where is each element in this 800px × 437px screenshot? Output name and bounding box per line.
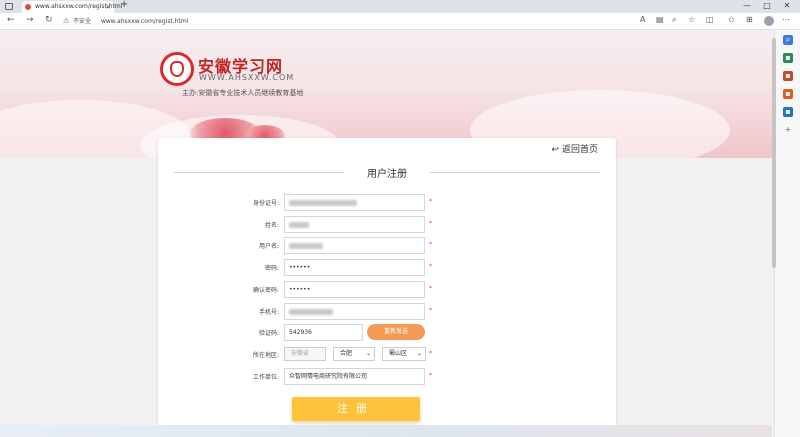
page-content: 安徽学习网 WWW.AHSXXW.COM 主办:安徽省专业技术人员继续教育基地 … [0,30,772,437]
more-menu-icon[interactable]: ⋯ [782,15,790,24]
footer-strip [0,425,772,437]
code-input[interactable]: 542936 [284,324,363,341]
minimize-button[interactable]: — [740,1,754,10]
company-input[interactable]: 众智网情电商研究院有限公司 [284,368,425,385]
site-favicon-icon [25,4,31,10]
id-number-input[interactable] [284,194,425,211]
region-label: 所在地区: [252,352,279,359]
required-mark: * [429,198,432,205]
tools-icon[interactable]: ▪ [783,71,793,81]
profile-avatar[interactable] [764,16,774,26]
code-label: 验证码: [258,330,279,337]
required-mark: * [429,285,432,292]
chevron-down-icon: ⌄ [416,350,422,357]
address-bar: ← → ↻ ⚠ 不安全 www.ahsxxw.com/regist.html A… [0,13,800,30]
row-id-number: 身份证号: * [158,194,616,213]
new-tab-button[interactable]: + [120,0,128,10]
add-sidebar-icon[interactable]: + [783,125,793,135]
row-code: 验证码: 542936 重新发送 [158,324,616,343]
reader-icon[interactable]: ▤ [656,15,664,24]
password-input[interactable]: •••••• [284,259,425,276]
city-select[interactable]: 合肥 ⌄ [333,347,375,361]
required-mark: * [429,241,432,248]
city-value: 合肥 [340,350,353,357]
required-mark: * [429,263,432,270]
return-arrow-icon: ↩ [551,145,559,155]
row-confirm-password: 确认密码: •••••• * [158,281,616,300]
id-number-label: 身份证号: [252,200,279,207]
name-input[interactable] [284,216,425,233]
page-scrollbar[interactable] [772,38,776,268]
row-region: 所在地区: 安徽省 合肥 ⌄ 蜀山区 ⌄ * [158,346,616,365]
chevron-down-icon: ⌄ [365,350,371,357]
district-value: 蜀山区 [389,350,408,357]
refresh-button[interactable]: ↻ [45,15,53,25]
province-value: 安徽省 [291,350,310,357]
required-mark: * [429,350,432,357]
resend-code-button[interactable]: 重新发送 [367,324,425,340]
site-logo [160,52,194,86]
collections-icon[interactable]: ⊞ [746,15,753,24]
district-select[interactable]: 蜀山区 ⌄ [382,347,426,361]
password-label: 密码: [264,265,279,272]
outlook-icon[interactable]: ▪ [783,107,793,117]
tab-close-icon[interactable]: × [105,1,111,13]
title-divider-right [430,172,600,173]
row-username: 用户名: * [158,237,616,256]
site-subtitle: 主办:安徽省专业技术人员继续教育基地 [182,89,304,97]
back-home-link[interactable]: ↩ 返回首页 [551,142,598,155]
favorites-icon[interactable]: ✩ [728,15,735,24]
url-text: www.ahsxxw.com/regist.html [100,18,189,25]
split-screen-icon[interactable]: ◫ [706,15,714,24]
warning-icon: ⚠ [63,17,70,25]
row-phone: 手机号: * [158,303,616,322]
title-divider-left [174,172,344,173]
forward-button[interactable]: → [26,15,34,25]
confirm-password-input[interactable]: •••••• [284,281,425,298]
username-input[interactable] [284,237,425,254]
tab-bar: www.ahsxxw.com/regist.html × + — □ ✕ [0,0,800,13]
phone-label: 手机号: [258,309,279,316]
company-label: 工作单位: [252,374,279,381]
site-url: WWW.AHSXXW.COM [199,73,295,82]
url-field[interactable]: ⚠ 不安全 www.ahsxxw.com/regist.html [63,15,633,28]
register-card: ↩ 返回首页 用户注册 身份证号: * 姓名: * 用户名: * 密码: ••••… [158,138,616,437]
confirm-password-label: 确认密码: [252,287,279,294]
username-label: 用户名: [258,243,279,250]
tab-actions-icon[interactable] [5,3,13,10]
row-company: 工作单位: 众智网情电商研究院有限公司 * [158,368,616,387]
shopping-icon[interactable]: ▪ [783,53,793,63]
maximize-button[interactable]: □ [760,1,774,10]
row-name: 姓名: * [158,216,616,235]
row-password: 密码: •••••• * [158,259,616,278]
page-title: 用户注册 [367,169,407,180]
province-select[interactable]: 安徽省 [284,347,326,361]
required-mark: * [429,372,432,379]
phone-input[interactable] [284,303,425,320]
required-mark: * [429,307,432,314]
zoom-icon[interactable]: ⌕ [672,15,676,25]
register-button[interactable]: 注册 [292,397,420,421]
name-label: 姓名: [264,222,279,229]
card-title-wrap: 用户注册 [158,165,616,180]
search-icon[interactable]: ⌕ [783,35,793,45]
back-button[interactable]: ← [7,15,15,25]
translate-icon[interactable]: ☆ [688,15,695,24]
office-icon[interactable]: ▪ [783,89,793,99]
required-mark: * [429,220,432,227]
close-window-button[interactable]: ✕ [780,1,794,10]
back-home-label: 返回首页 [561,145,598,155]
browser-tab[interactable]: www.ahsxxw.com/regist.html × [22,1,122,13]
insecure-label: 不安全 [73,18,92,25]
read-aloud-icon[interactable]: A [640,15,645,24]
browser-sidebar: ⌕ ▪ ▪ ▪ ▪ + [774,30,800,437]
